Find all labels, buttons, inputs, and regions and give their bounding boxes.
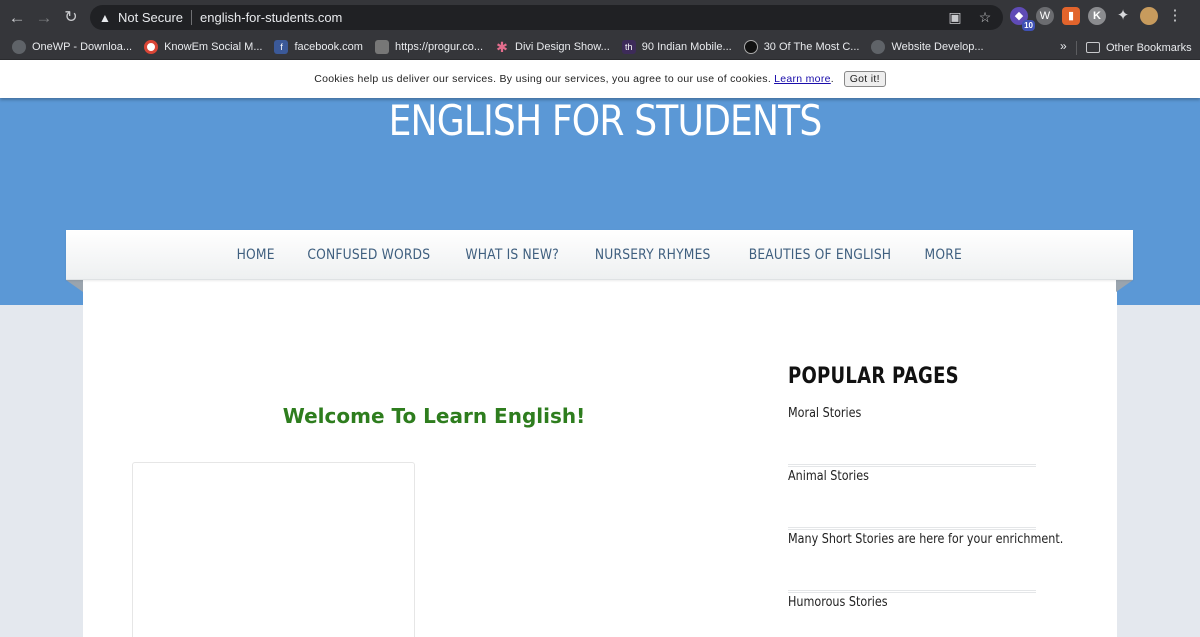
menu-item-confused-words[interactable]: CONFUSED WORDS [307, 247, 430, 263]
menu-item-more[interactable]: MORE [925, 247, 962, 263]
bookmark-item[interactable]: OneWP - Downloa... [12, 35, 132, 60]
knowem-icon [144, 40, 159, 54]
puzzle-icon[interactable]: ✦ [1114, 7, 1132, 25]
divider [191, 10, 193, 25]
list-item: Many Short Stories are here for your enr… [788, 530, 1063, 593]
avatar-icon[interactable] [1140, 7, 1158, 25]
popular-page-link[interactable]: Animal Stories [788, 469, 869, 484]
security-label[interactable]: Not Secure [118, 10, 183, 25]
back-arrow-icon[interactable]: ← [6, 7, 28, 29]
extension-icon[interactable]: ▮ [1062, 7, 1080, 25]
bookmark-label: Website Develop... [891, 41, 984, 53]
bookmark-label: KnowEm Social M... [164, 41, 263, 53]
menu-item-what-is-new[interactable]: WHAT IS NEW? [466, 247, 560, 263]
cast-icon[interactable]: ▣ [945, 8, 965, 27]
list-item: Animal Stories [788, 467, 1036, 530]
list-item: Moral Stories [788, 404, 1036, 467]
reload-icon[interactable]: ↻ [60, 7, 82, 29]
bookmark-item[interactable]: 30 Of The Most C... [743, 35, 860, 60]
other-bookmarks-label: Other Bookmarks [1106, 41, 1192, 54]
bookmark-item[interactable]: th 90 Indian Mobile... [621, 35, 732, 60]
address-bar[interactable]: ▲ Not Secure english-for-students.com ▣ … [90, 5, 1003, 30]
welcome-heading: Welcome To Learn English! [282, 404, 586, 428]
forward-arrow-icon[interactable]: → [33, 7, 55, 29]
star-icon[interactable]: ☆ [975, 8, 995, 27]
content-panel [132, 462, 415, 637]
divi-icon: ✱ [496, 39, 508, 55]
main-menu: HOME CONFUSED WORDS WHAT IS NEW? NURSERY… [66, 230, 1133, 280]
divider [1076, 41, 1077, 55]
menu-ribbon-fold [1116, 280, 1133, 292]
url-text[interactable]: english-for-students.com [200, 10, 342, 25]
extension-icon[interactable]: ◆ 10 [1010, 7, 1035, 31]
wordpress-icon[interactable]: W [1036, 7, 1054, 25]
menu-item-beauties-of-english[interactable]: BEAUTIES OF ENGLISH [749, 247, 892, 263]
extensions-area: ◆ 10 W ▮ K ✦ ⋮ [1010, 7, 1184, 31]
bookmark-item[interactable]: f facebook.com [274, 35, 363, 60]
menu-dots-icon[interactable]: ⋮ [1166, 7, 1184, 25]
web-page: ENGLISH FOR STUDENTS Cookies help us del… [0, 60, 1200, 637]
extension-badge: 10 [1022, 20, 1035, 31]
cookie-period: . [830, 73, 834, 85]
site-title[interactable]: ENGLISH FOR STUDENTS [85, 96, 1126, 145]
bookmark-label: facebook.com [294, 41, 363, 53]
bookmark-label: Divi Design Show... [515, 41, 610, 53]
folder-icon [1086, 42, 1100, 53]
address-bar-actions: ▣ ☆ [945, 8, 995, 27]
facebook-icon: f [274, 40, 289, 54]
bookmark-item[interactable]: https://progur.co... [374, 35, 484, 60]
popular-page-link[interactable]: Humorous Stories [788, 595, 888, 610]
got-it-button[interactable]: Got it! [843, 71, 886, 87]
globe-icon [871, 40, 886, 54]
bookmark-label: https://progur.co... [394, 41, 484, 53]
cookie-notice: Cookies help us deliver our services. By… [0, 60, 1200, 98]
th-icon: th [621, 40, 636, 54]
popular-pages-sidebar: POPULAR PAGES Moral Stories Animal Stori… [788, 364, 1063, 637]
bookmark-label: OneWP - Downloa... [32, 41, 133, 53]
menu-item-home[interactable]: HOME [237, 247, 275, 263]
bookmark-item[interactable]: KnowEm Social M... [144, 35, 262, 60]
browser-toolbar: ← → ↻ ▲ Not Secure english-for-students.… [0, 0, 1200, 35]
learn-more-link[interactable]: Learn more [774, 73, 831, 85]
bookmark-item[interactable]: Website Develop... [871, 35, 984, 60]
bookmarks-overflow-icon[interactable]: » [1060, 39, 1067, 53]
other-bookmarks[interactable]: Other Bookmarks [1086, 35, 1192, 60]
bookmark-item[interactable]: ✱ Divi Design Show... [495, 35, 610, 60]
bookmark-label: 90 Indian Mobile... [641, 41, 732, 53]
bookmark-label: 30 Of The Most C... [763, 41, 860, 53]
list-item: Humorous Stories [788, 593, 1036, 637]
popular-page-link[interactable]: Many Short Stories are here for your enr… [788, 532, 1063, 547]
shield-icon [743, 40, 758, 54]
popular-page-link[interactable]: Moral Stories [788, 406, 861, 421]
profile-k-icon[interactable]: K [1088, 7, 1106, 25]
popular-pages-list: Moral Stories Animal Stories Many Short … [788, 404, 1063, 637]
warning-icon[interactable]: ▲ [99, 11, 113, 25]
globe-icon [12, 40, 26, 54]
bookmarks-bar: OneWP - Downloa... KnowEm Social M... ff… [0, 35, 1200, 60]
menu-item-nursery-rhymes[interactable]: NURSERY RHYMES [595, 247, 711, 263]
cookie-text: Cookies help us deliver our services. By… [314, 73, 772, 85]
menu-ribbon-fold [66, 280, 83, 292]
page-icon [374, 40, 389, 54]
popular-pages-title: POPULAR PAGES [788, 364, 959, 389]
